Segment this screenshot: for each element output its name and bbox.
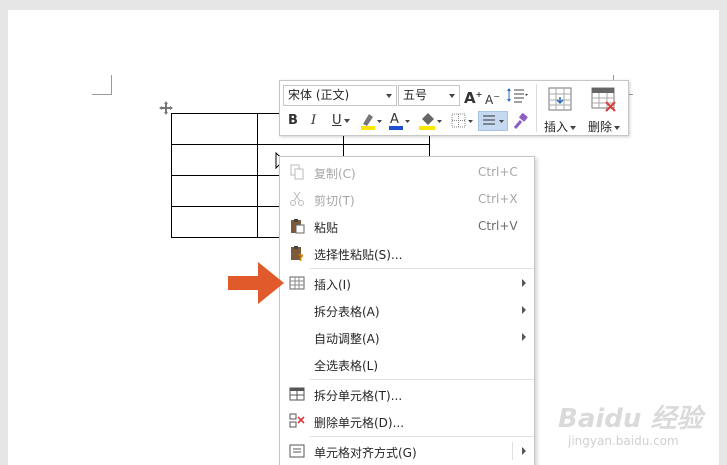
submenu-arrow-icon bbox=[522, 306, 526, 314]
chevron-down-icon bbox=[386, 94, 392, 98]
table-cell[interactable] bbox=[171, 175, 258, 207]
table-delete-icon bbox=[591, 87, 616, 112]
font-name-dropdown[interactable]: 宋体 (正文) bbox=[283, 85, 397, 106]
watermark-logo: Baidu 经验 bbox=[558, 404, 703, 434]
mini-format-toolbar: 宋体 (正文) 五号 A+ A− B I U A 插入 删除 bbox=[279, 80, 629, 136]
grow-font-button[interactable]: A+ bbox=[464, 87, 482, 106]
menu-item-paste[interactable]: 粘贴 Ctrl+V bbox=[280, 213, 534, 240]
format-painter-icon[interactable] bbox=[512, 113, 530, 131]
insert-label: 插入 bbox=[543, 120, 568, 134]
menu-item-cell-alignment[interactable]: 单元格对齐方式(G) bbox=[280, 438, 534, 465]
font-size-dropdown[interactable]: 五号 bbox=[398, 85, 460, 106]
insert-table-button[interactable]: 插入 bbox=[540, 85, 580, 134]
chevron-down-icon bbox=[570, 125, 576, 130]
menu-item-split-table[interactable]: 拆分表格(A) bbox=[280, 297, 534, 324]
svg-text:A: A bbox=[390, 112, 399, 127]
margin-corner-mark bbox=[92, 75, 112, 95]
menu-item-delete-cells[interactable]: 删除单元格(D)... bbox=[280, 408, 534, 435]
font-size-value: 五号 bbox=[403, 88, 428, 102]
bold-button[interactable]: B bbox=[288, 113, 298, 129]
menu-item-select-table[interactable]: 全选表格(L) bbox=[280, 351, 534, 378]
table-insert-icon bbox=[289, 276, 305, 290]
chevron-down-icon bbox=[343, 118, 350, 123]
table-cell[interactable] bbox=[171, 113, 258, 145]
menu-separator bbox=[310, 268, 534, 269]
context-menu: 复制(C) Ctrl+C 剪切(T) Ctrl+X 粘贴 Ctrl+V ? 选择… bbox=[279, 156, 535, 465]
menu-item-insert[interactable]: 插入(I) bbox=[280, 270, 534, 297]
scissors-icon bbox=[290, 191, 304, 206]
menu-split-divider bbox=[512, 442, 513, 460]
menu-item-split-cells[interactable]: 拆分单元格(T)... bbox=[280, 381, 534, 408]
align-button[interactable] bbox=[478, 111, 508, 131]
submenu-arrow-icon bbox=[522, 447, 526, 455]
table-cell[interactable] bbox=[171, 144, 258, 176]
split-cells-icon bbox=[289, 387, 305, 401]
chevron-down-icon bbox=[449, 94, 455, 98]
watermark-url: jingyan.baidu.com bbox=[568, 434, 679, 448]
menu-separator bbox=[310, 436, 534, 437]
copy-icon bbox=[290, 164, 304, 180]
chevron-down-icon bbox=[614, 125, 620, 130]
italic-button[interactable]: I bbox=[311, 113, 316, 129]
submenu-arrow-icon bbox=[522, 279, 526, 287]
menu-item-paste-special[interactable]: ? 选择性粘贴(S)... bbox=[280, 240, 534, 267]
align-center-icon bbox=[483, 115, 504, 125]
submenu-arrow-icon bbox=[522, 333, 526, 341]
table-cell[interactable] bbox=[171, 206, 258, 238]
menu-item-autofit[interactable]: 自动调整(A) bbox=[280, 324, 534, 351]
paste-special-icon: ? bbox=[291, 246, 304, 261]
borders-icon[interactable] bbox=[450, 111, 476, 131]
delete-cells-icon bbox=[289, 413, 305, 428]
shrink-font-button[interactable]: A− bbox=[485, 89, 500, 108]
toolbar-divider bbox=[536, 84, 537, 132]
line-spacing-icon[interactable] bbox=[506, 87, 528, 103]
paste-icon bbox=[291, 219, 305, 234]
delete-table-button[interactable]: 删除 bbox=[584, 85, 624, 134]
svg-text:?: ? bbox=[298, 253, 304, 261]
menu-item-cut[interactable]: 剪切(T) Ctrl+X bbox=[280, 186, 534, 213]
cell-align-icon bbox=[289, 444, 305, 458]
pointer-arrow-icon bbox=[228, 262, 284, 304]
highlight-color-icon[interactable] bbox=[360, 111, 384, 131]
font-name-value: 宋体 (正文) bbox=[288, 88, 350, 102]
menu-item-copy[interactable]: 复制(C) Ctrl+C bbox=[280, 159, 534, 186]
delete-label: 删除 bbox=[587, 120, 612, 134]
underline-button[interactable]: U bbox=[332, 113, 350, 129]
menu-separator bbox=[310, 379, 534, 380]
shading-color-icon[interactable] bbox=[418, 111, 444, 131]
table-insert-icon bbox=[548, 87, 572, 111]
font-color-icon[interactable]: A bbox=[388, 111, 412, 131]
